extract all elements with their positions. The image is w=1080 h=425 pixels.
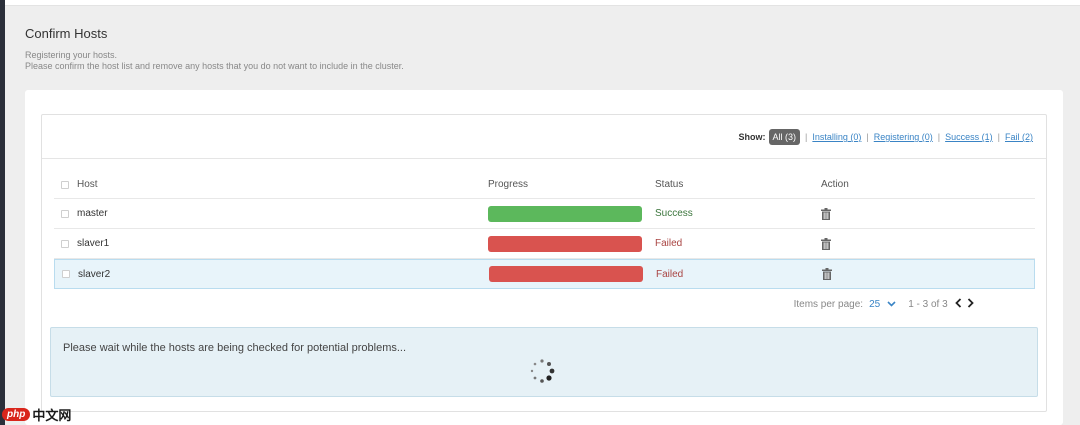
page-title: Confirm Hosts	[25, 26, 108, 41]
items-per-page-label: Items per page:	[793, 298, 864, 310]
status-text[interactable]: Failed	[656, 260, 816, 288]
page-size-select[interactable]: 25	[869, 299, 896, 310]
filter-separator: |	[997, 132, 1000, 142]
host-name: slaver1	[77, 238, 110, 249]
subtitle-line-2: Please confirm the host list and remove …	[25, 61, 404, 71]
loading-spinner-icon	[530, 359, 555, 383]
action-cell	[821, 229, 941, 258]
hosts-table: Host Progress Status Action master Succe…	[54, 171, 1035, 289]
pagination: Items per page: 25 1 - 3 of 3	[794, 297, 974, 311]
table-row: slaver2 Failed	[54, 259, 1035, 289]
chevron-left-icon[interactable]	[954, 298, 962, 308]
content-card: Show: All (3) | Installing (0) | Registe…	[25, 90, 1063, 425]
chevron-down-icon	[887, 301, 896, 307]
row-checkbox[interactable]	[62, 270, 70, 278]
trash-icon[interactable]	[821, 237, 831, 250]
hosts-panel: Show: All (3) | Installing (0) | Registe…	[41, 114, 1047, 412]
filter-installing[interactable]: Installing (0)	[812, 132, 861, 142]
table-header-row: Host Progress Status Action	[54, 171, 1035, 199]
filter-registering[interactable]: Registering (0)	[874, 132, 933, 142]
host-cell: master	[61, 199, 481, 228]
host-cell: slaver2	[62, 260, 482, 288]
progress-bar	[488, 205, 642, 222]
progress-bar	[488, 235, 642, 252]
chevron-right-icon[interactable]	[967, 298, 974, 308]
row-checkbox[interactable]	[61, 209, 69, 218]
progress-cell	[489, 260, 644, 288]
subtitle-line-1: Registering your hosts.	[25, 50, 118, 60]
wait-message: Please wait while the hosts are being ch…	[63, 342, 407, 354]
progress-cell	[488, 229, 643, 258]
filter-separator: |	[866, 132, 869, 142]
trash-icon[interactable]	[822, 268, 832, 280]
header-status: Status	[655, 179, 684, 190]
trash-icon[interactable]	[821, 207, 831, 220]
header-host: Host	[77, 179, 98, 190]
page-range: 1 - 3 of 3	[908, 298, 948, 310]
page-content: Confirm Hosts Registering your hosts. Pl…	[5, 6, 1080, 425]
progress-cell	[488, 199, 643, 228]
checking-alert: Please wait while the hosts are being ch…	[50, 327, 1038, 397]
row-checkbox[interactable]	[61, 239, 69, 248]
action-cell	[822, 260, 942, 288]
filter-all[interactable]: All (3)	[768, 129, 801, 145]
action-cell	[821, 199, 941, 228]
host-name: slaver2	[78, 268, 111, 280]
progress-bar	[489, 266, 643, 282]
site-watermark: php 中文网	[2, 404, 71, 424]
filter-bar: Show: All (3) | Installing (0) | Registe…	[42, 115, 1046, 159]
table-row: slaver1 Failed	[54, 229, 1035, 259]
table-row: master Success	[54, 199, 1035, 229]
host-cell: slaver1	[61, 229, 481, 258]
status-text[interactable]: Success	[655, 199, 815, 228]
select-all-checkbox[interactable]	[61, 180, 69, 189]
filter-separator: |	[937, 132, 941, 142]
filter-fail[interactable]: Fail (2)	[1005, 132, 1033, 142]
status-filters: Show: All (3) | Installing (0) | Registe…	[739, 127, 1033, 147]
filter-success[interactable]: Success (1)	[945, 132, 993, 142]
header-progress: Progress	[488, 179, 529, 190]
header-host-cell: Host	[61, 171, 481, 198]
filter-separator: |	[805, 132, 808, 142]
pager-nav	[954, 297, 974, 311]
page-size-value: 25	[869, 298, 881, 310]
host-name: master	[77, 208, 108, 219]
header-action: Action	[821, 179, 849, 190]
status-text[interactable]: Failed	[655, 229, 815, 258]
show-label: Show:	[738, 132, 766, 142]
page-subtitle: Registering your hosts. Please confirm t…	[25, 50, 404, 72]
watermark-text: 中文网	[32, 407, 72, 423]
watermark-badge: php	[2, 407, 31, 421]
